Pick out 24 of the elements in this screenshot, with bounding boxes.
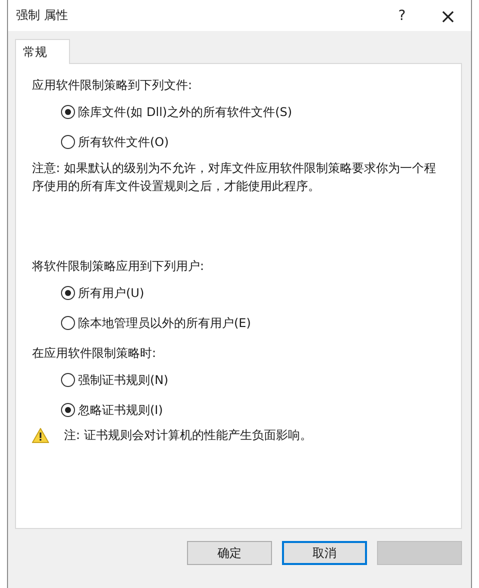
radio-option[interactable]: 除本地管理员以外的所有用户(E) [61, 314, 251, 332]
radio-button[interactable] [61, 373, 75, 387]
section-heading: 在应用软件限制策略时: [32, 345, 158, 362]
radio-option[interactable]: 所有用户(U) [61, 284, 144, 302]
radio-button[interactable] [61, 316, 75, 330]
tab[interactable]: 常规 [15, 39, 70, 64]
dialog-button[interactable]: 确定 [187, 541, 272, 565]
window-title: 强制 属性 [16, 7, 69, 24]
radio-option[interactable]: 忽略证书规则(I) [61, 401, 163, 419]
radio-option[interactable]: 除库文件(如 Dll)之外的所有软件文件(S) [61, 103, 292, 121]
section-heading: 应用软件限制策略到下列文件: [32, 77, 194, 94]
radio-button[interactable] [61, 105, 75, 119]
radio-button[interactable] [61, 403, 75, 417]
close-button[interactable]: × [425, 0, 471, 31]
help-button[interactable]: ? [379, 0, 425, 31]
radio-button[interactable] [61, 135, 75, 149]
note-text: 注意: 如果默认的级别为不允许，对库文件应用软件限制策略要求你为一个程序使用的所有库文件设置规则之后，才能使用此程序。 [32, 160, 437, 195]
radio-button[interactable] [61, 286, 75, 300]
warning-icon [32, 428, 49, 443]
section-heading: 将软件限制策略应用到下列用户: [32, 258, 206, 275]
radio-option[interactable]: 所有软件文件(O) [61, 133, 169, 151]
warning-text: 注: 证书规则会对计算机的性能产生负面影响。 [64, 427, 312, 444]
radio-option[interactable]: 强制证书规则(N) [61, 371, 168, 389]
dialog-button[interactable]: 取消 [282, 541, 367, 565]
